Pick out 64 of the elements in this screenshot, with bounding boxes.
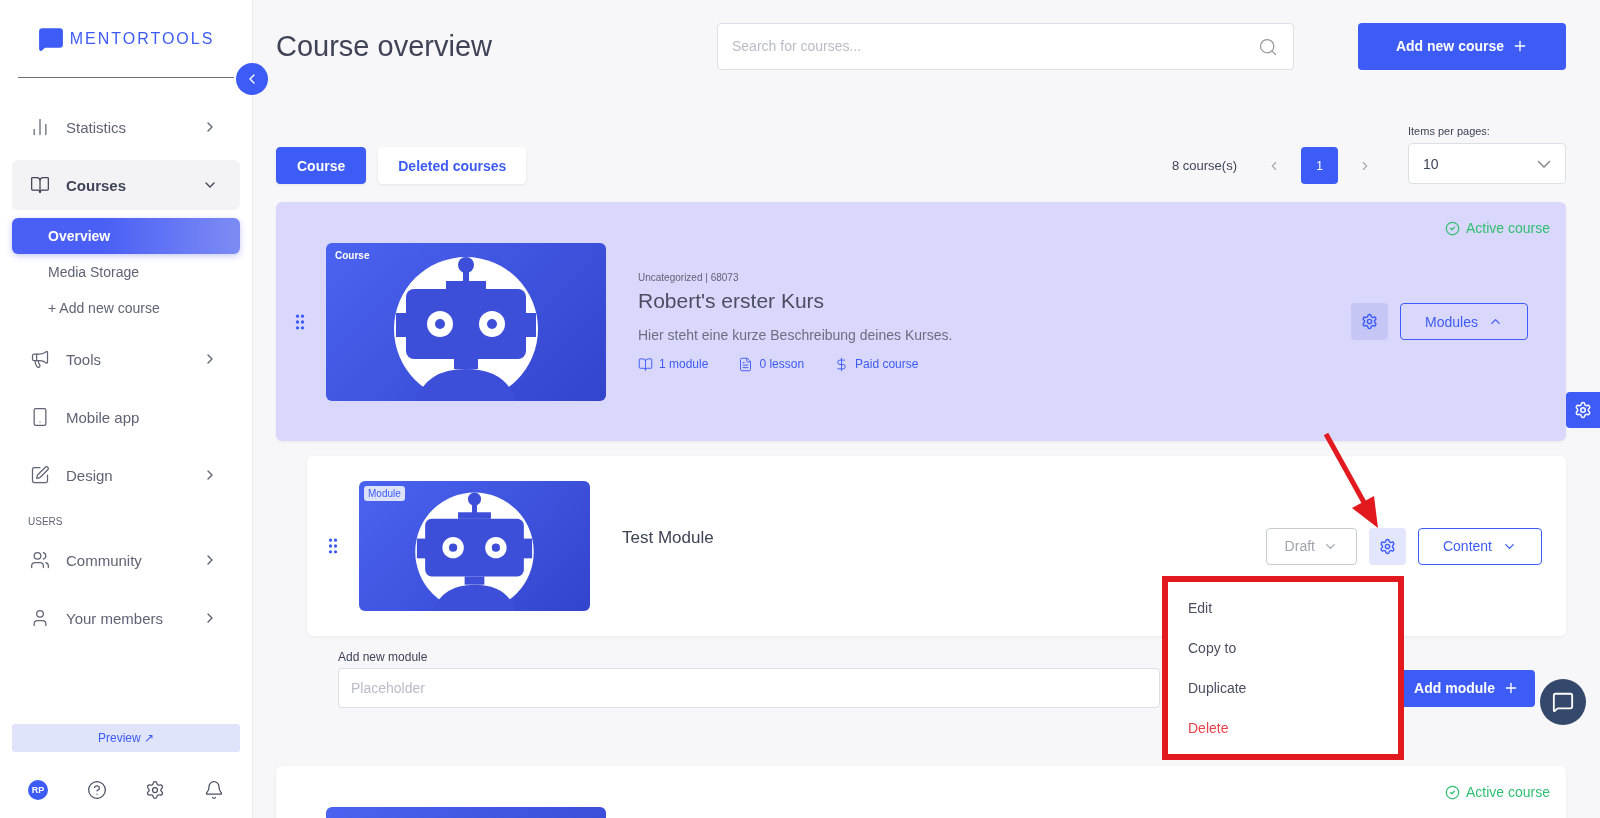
course-description: Hier steht eine kurze Beschreibung deines Kurses. xyxy=(638,326,954,343)
pencil-icon xyxy=(30,465,50,485)
user-avatar[interactable]: RP xyxy=(28,780,48,800)
module-tag: Module xyxy=(364,486,405,501)
settings-button[interactable] xyxy=(1351,303,1389,340)
menu-item[interactable]: Copy to xyxy=(1168,627,1398,668)
course-stat: 0 lesson xyxy=(759,357,805,371)
menu-item[interactable]: Edit xyxy=(1168,587,1398,628)
modules-button[interactable]: Modules xyxy=(1400,303,1528,340)
course-meta: Uncategorized | 68073 xyxy=(638,271,740,283)
settings-icon[interactable] xyxy=(145,780,166,800)
tab[interactable]: Deleted courses xyxy=(378,147,527,184)
nav-item[interactable]: Statistics xyxy=(12,102,240,152)
help-icon[interactable] xyxy=(86,780,107,800)
collapse-button[interactable] xyxy=(236,63,268,95)
tab[interactable]: Course xyxy=(276,147,367,184)
page-button[interactable]: 1 xyxy=(1301,147,1338,184)
people-icon xyxy=(30,550,50,570)
megaphone-icon xyxy=(30,349,50,369)
check-circle-icon xyxy=(1444,784,1460,800)
nav-item[interactable]: Courses xyxy=(12,160,240,210)
chat-icon xyxy=(1552,691,1574,713)
plus-icon xyxy=(1503,680,1519,696)
nav-item[interactable]: Mobile app xyxy=(12,392,240,442)
content-button[interactable]: Content xyxy=(1417,527,1542,565)
nav-item[interactable]: Design xyxy=(12,450,240,500)
settings-icon xyxy=(1378,537,1396,555)
course-stat: Paid course xyxy=(855,357,919,371)
settings-icon xyxy=(1361,313,1379,330)
status-label: Active course xyxy=(1444,220,1550,236)
course-stat: 1 module xyxy=(659,357,709,371)
add-course-button[interactable]: Add new course xyxy=(1358,22,1566,70)
book-icon xyxy=(30,175,50,195)
check-circle-icon xyxy=(1444,220,1460,236)
preview-button[interactable]: Preview ↗ xyxy=(12,724,240,752)
settings-button[interactable] xyxy=(1368,527,1406,565)
course-title: Robert's erster Kurs xyxy=(638,288,826,313)
chevron-down-icon xyxy=(1537,159,1551,168)
thumbnail-label: Course xyxy=(334,248,371,263)
search-field[interactable]: Search for courses... xyxy=(717,22,1294,70)
logo-text: MENTORTOOLS xyxy=(69,29,215,48)
module-name-field[interactable]: Placeholder xyxy=(338,668,1160,708)
page-title: Course overview xyxy=(276,29,493,63)
nav-item[interactable]: Your members xyxy=(12,593,240,643)
menu-item[interactable]: Delete xyxy=(1168,707,1398,748)
document-icon xyxy=(738,356,754,372)
module-title: Test Module xyxy=(622,528,715,548)
chat-button[interactable] xyxy=(1540,679,1586,725)
sub-nav-item[interactable]: + Add new course xyxy=(12,290,240,326)
search-icon xyxy=(1258,36,1278,57)
field-label: Add new module xyxy=(338,650,429,664)
nav-item[interactable]: Community xyxy=(12,535,240,585)
bell-icon[interactable] xyxy=(203,780,224,800)
course-count: 8 course(s) xyxy=(1171,158,1237,173)
sub-nav-item[interactable]: Media Storage xyxy=(12,254,240,290)
settings-icon xyxy=(1574,401,1592,419)
settings-tab-button[interactable] xyxy=(1566,392,1600,428)
book-icon xyxy=(638,356,653,372)
items-per-page-select[interactable]: 10 xyxy=(1408,143,1566,184)
sub-nav-item[interactable]: Overview xyxy=(12,218,240,254)
items-per-page-label: Items per pages: xyxy=(1408,125,1491,137)
status-label: Active course xyxy=(1444,784,1550,800)
section-label: USERS xyxy=(27,515,64,529)
nav-item[interactable]: Tools xyxy=(12,334,240,384)
